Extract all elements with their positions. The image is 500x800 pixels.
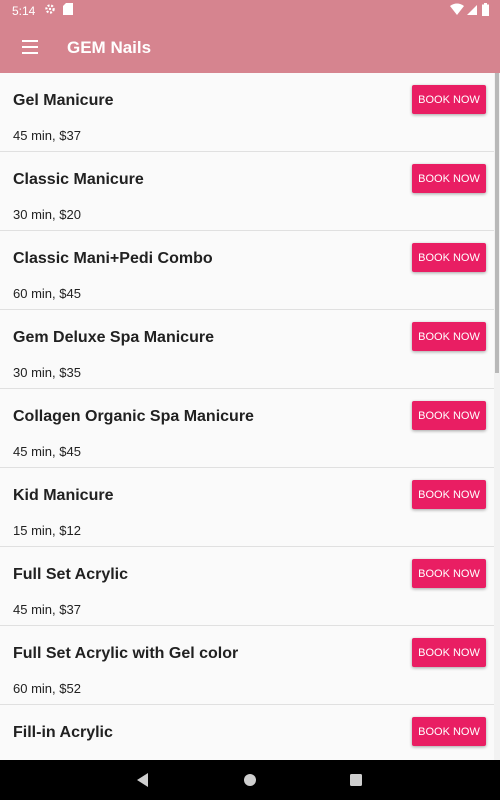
service-row: Gel Manicure 45 min, $37 BOOK NOW xyxy=(0,73,494,152)
battery-icon xyxy=(482,3,489,16)
service-info: 30 min, $35 xyxy=(13,365,81,380)
service-name: Full Set Acrylic with Gel color xyxy=(13,645,239,662)
book-now-button[interactable]: BOOK NOW xyxy=(412,638,486,667)
book-now-button[interactable]: BOOK NOW xyxy=(412,480,486,509)
service-info: 60 min, $45 xyxy=(13,286,81,301)
service-info: 45 min, $37 xyxy=(13,128,81,143)
service-row: Fill-in Acrylic BOOK NOW xyxy=(0,705,494,760)
wifi-icon xyxy=(450,3,464,15)
service-info: 45 min, $45 xyxy=(13,444,81,459)
book-now-button[interactable]: BOOK NOW xyxy=(412,322,486,351)
book-now-button[interactable]: BOOK NOW xyxy=(412,243,486,272)
service-row: Classic Manicure 30 min, $20 BOOK NOW xyxy=(0,152,494,231)
scroll-thumb[interactable] xyxy=(495,73,499,373)
menu-icon[interactable] xyxy=(22,40,38,54)
scrollbar[interactable] xyxy=(494,73,500,760)
recents-icon[interactable] xyxy=(349,773,363,787)
service-name: Gem Deluxe Spa Manicure xyxy=(13,329,214,346)
service-info: 15 min, $12 xyxy=(13,523,81,538)
navigation-bar xyxy=(0,760,500,800)
signal-icon xyxy=(467,5,477,15)
service-row: Kid Manicure 15 min, $12 BOOK NOW xyxy=(0,468,494,547)
service-name: Gel Manicure xyxy=(13,92,114,109)
book-now-button[interactable]: BOOK NOW xyxy=(412,401,486,430)
book-now-button[interactable]: BOOK NOW xyxy=(412,559,486,588)
service-row: Gem Deluxe Spa Manicure 30 min, $35 BOOK… xyxy=(0,310,494,389)
service-info: 30 min, $20 xyxy=(13,207,81,222)
back-icon[interactable] xyxy=(135,772,149,788)
service-row: Full Set Acrylic with Gel color 60 min, … xyxy=(0,626,494,705)
book-now-button[interactable]: BOOK NOW xyxy=(412,717,486,746)
service-row: Classic Mani+Pedi Combo 60 min, $45 BOOK… xyxy=(0,231,494,310)
service-name: Collagen Organic Spa Manicure xyxy=(13,408,254,425)
service-info: 60 min, $52 xyxy=(13,681,81,696)
service-name: Kid Manicure xyxy=(13,487,114,504)
service-row: Collagen Organic Spa Manicure 45 min, $4… xyxy=(0,389,494,468)
app-title: GEM Nails xyxy=(67,38,152,57)
service-list[interactable]: Gel Manicure 45 min, $37 BOOK NOW Classi… xyxy=(0,73,494,760)
book-now-button[interactable]: BOOK NOW xyxy=(412,164,486,193)
home-icon[interactable] xyxy=(243,773,257,787)
book-now-button[interactable]: BOOK NOW xyxy=(412,85,486,114)
service-info: 45 min, $37 xyxy=(13,602,81,617)
app-bar: GEM Nails xyxy=(0,22,500,73)
service-name: Classic Mani+Pedi Combo xyxy=(13,250,213,267)
status-bar: 5:14 xyxy=(0,0,500,22)
service-row: Full Set Acrylic 45 min, $37 BOOK NOW xyxy=(0,547,494,626)
sd-card-icon xyxy=(63,3,73,15)
settings-icon xyxy=(45,4,55,14)
service-name: Fill-in Acrylic xyxy=(13,724,113,741)
status-time: 5:14 xyxy=(12,4,36,18)
service-name: Classic Manicure xyxy=(13,171,144,188)
service-name: Full Set Acrylic xyxy=(13,566,128,583)
